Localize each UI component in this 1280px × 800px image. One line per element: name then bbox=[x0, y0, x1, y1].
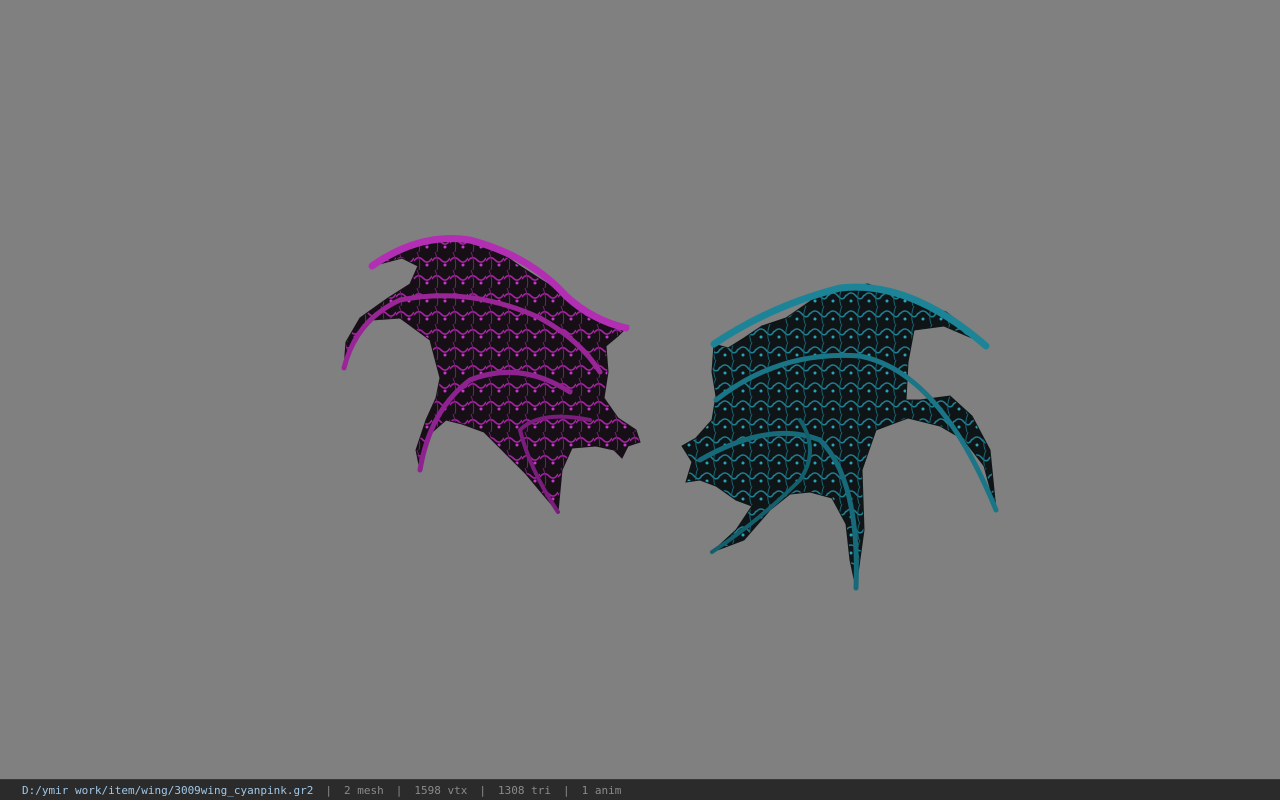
status-bar: D:/ymir work/item/wing/3009wing_cyanpink… bbox=[0, 779, 1280, 800]
animation-count: 1 anim bbox=[581, 783, 622, 797]
status-separator: | bbox=[325, 783, 333, 797]
mesh-count: 2 mesh bbox=[344, 783, 384, 797]
vertex-count: 1598 vtx bbox=[414, 783, 468, 797]
file-path: D:/ymir work/item/wing/3009wing_cyanpink… bbox=[22, 783, 314, 797]
3d-viewport[interactable] bbox=[0, 0, 1280, 779]
status-separator: | bbox=[395, 783, 403, 797]
status-separator: | bbox=[479, 783, 487, 797]
pink-wing bbox=[341, 234, 641, 514]
status-separator: | bbox=[563, 783, 570, 797]
triangle-count: 1308 tri bbox=[498, 783, 551, 797]
model-render[interactable] bbox=[0, 0, 1280, 779]
cyan-wing bbox=[681, 283, 999, 591]
